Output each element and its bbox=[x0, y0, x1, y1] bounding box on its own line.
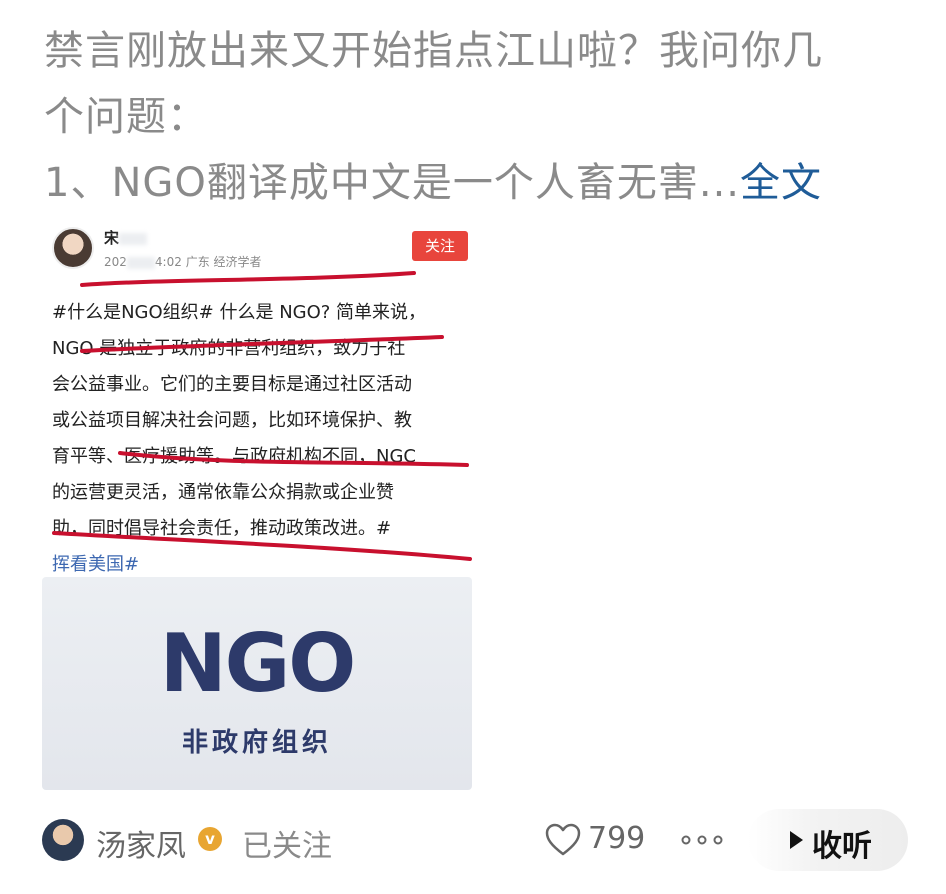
screenshot-author: 宋 bbox=[104, 227, 148, 248]
meta-location: 广东 经济学者 bbox=[185, 255, 262, 269]
listen-button[interactable]: 收听 bbox=[748, 809, 908, 871]
verified-badge-icon: v bbox=[198, 827, 222, 851]
post-footer: 汤家凤 v 已关注 799 收听 bbox=[0, 805, 946, 885]
blurred-name bbox=[119, 232, 148, 245]
follow-status-button[interactable]: 已关注 bbox=[242, 821, 332, 865]
body-line: 的运营更灵活，通常依靠公众捐款或企业赞 bbox=[52, 482, 394, 503]
author-name-text: 宋 bbox=[104, 229, 120, 247]
ngo-subtitle: 非政府组织 bbox=[181, 728, 332, 758]
screenshot-avatar bbox=[52, 227, 94, 269]
screenshot-meta: 202 4:02 广东 经济学者 bbox=[104, 253, 262, 270]
ngo-title: NGO bbox=[159, 617, 357, 710]
like-count: 799 bbox=[588, 821, 646, 856]
body-line: 育平等、医疗援助等。与政府机构不同，NGC bbox=[52, 446, 416, 467]
post-line-text: 1、NGO翻译成中文是一个人畜无害... bbox=[44, 160, 740, 206]
body-line: NGO 是独立于政府的非营利组织，致力于社 bbox=[52, 338, 406, 359]
screenshot-header: 宋 202 4:02 广东 经济学者 关注 bbox=[42, 215, 472, 285]
screenshot-body: #什么是NGO组织# 什么是 NGO? 简单来说， NGO 是独立于政府的非营利… bbox=[52, 295, 472, 583]
play-icon bbox=[790, 831, 803, 849]
body-line: 助，同时倡导社会责任，推动政策改进。# bbox=[52, 518, 392, 539]
post-line: 个问题： bbox=[44, 94, 208, 140]
body-line: 会公益事业。它们的主要目标是通过社区活动 bbox=[52, 374, 412, 395]
post-page: 禁言刚放出来又开始指点江山啦？我问你几 个问题： 1、NGO翻译成中文是一个人畜… bbox=[0, 0, 946, 894]
listen-label: 收听 bbox=[812, 829, 872, 864]
post-text[interactable]: 禁言刚放出来又开始指点江山啦？我问你几 个问题： 1、NGO翻译成中文是一个人畜… bbox=[44, 18, 904, 216]
embedded-screenshot[interactable]: 宋 202 4:02 广东 经济学者 关注 #什么是NGO组织# 什么是 NGO?… bbox=[42, 215, 472, 790]
read-more-link[interactable]: 全文 bbox=[740, 160, 822, 206]
heart-icon[interactable] bbox=[545, 823, 581, 857]
ngo-image: NGO 非政府组织 bbox=[42, 577, 472, 790]
body-line: #什么是NGO组织# 什么是 NGO? 简单来说， bbox=[52, 302, 427, 323]
avatar[interactable] bbox=[42, 819, 84, 861]
meta-time: 4:02 bbox=[154, 255, 182, 269]
post-line: 1、NGO翻译成中文是一个人畜无害...全文 bbox=[44, 150, 904, 216]
more-options-icon[interactable] bbox=[678, 825, 728, 863]
blurred-date bbox=[126, 256, 155, 269]
meta-date: 202 bbox=[104, 255, 127, 269]
post-line: 禁言刚放出来又开始指点江山啦？我问你几 bbox=[44, 28, 823, 74]
screenshot-follow-button: 关注 bbox=[412, 231, 468, 261]
body-line: 或公益项目解决社会问题，比如环境保护、教 bbox=[52, 410, 412, 431]
ellipsis-icon bbox=[681, 835, 723, 845]
author-name[interactable]: 汤家凤 bbox=[96, 821, 186, 865]
